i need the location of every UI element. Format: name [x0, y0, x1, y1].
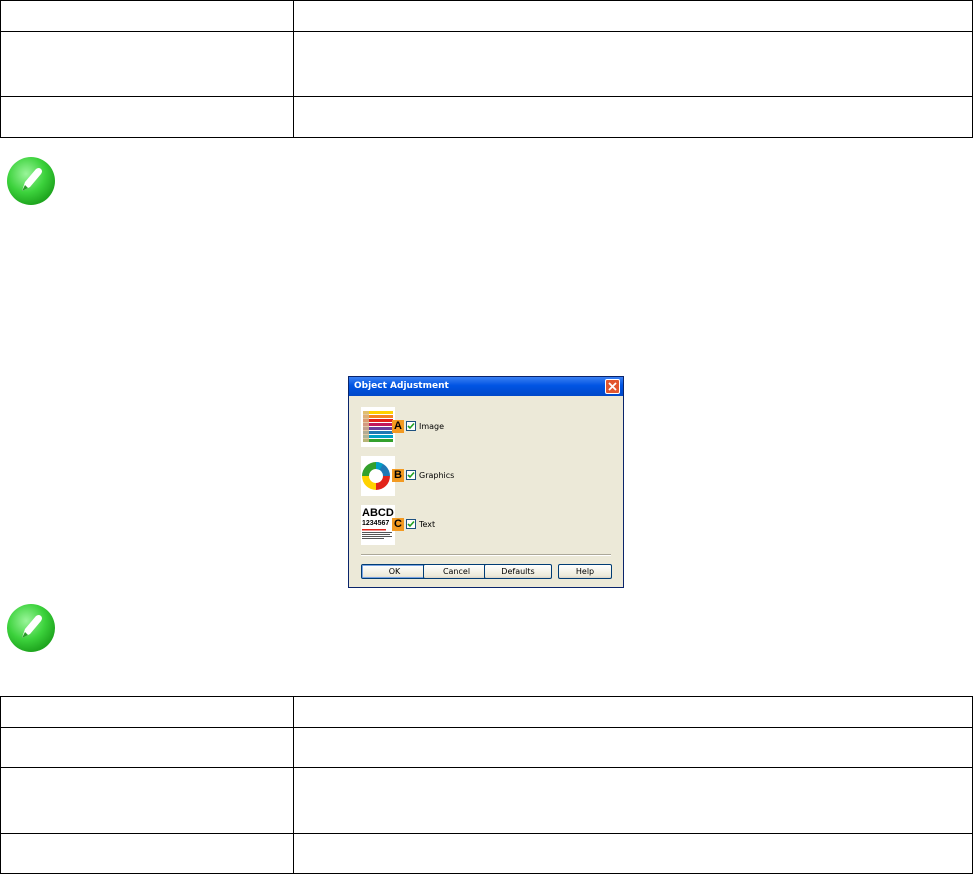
text-checkbox[interactable]: [406, 519, 416, 529]
checkbox-checked-icon: [407, 520, 415, 528]
table-cell: [0, 31, 294, 97]
image-checkbox[interactable]: [406, 421, 416, 431]
bottom-table: [0, 696, 973, 874]
table-row: [0, 833, 973, 874]
table-row: [0, 0, 973, 32]
defaults-button[interactable]: Defaults: [484, 564, 552, 579]
thumb-text-line-1: ABCD: [362, 507, 394, 519]
table-cell: [293, 0, 973, 32]
separator: [361, 554, 611, 556]
note-pencil-icon: [7, 157, 55, 205]
table-row: [0, 727, 973, 768]
graphics-label: Graphics: [419, 471, 455, 480]
dialog-title: Object Adjustment: [354, 381, 449, 391]
help-button[interactable]: Help: [558, 564, 612, 579]
image-thumbnail: [361, 407, 395, 447]
text-label: Text: [419, 520, 436, 529]
thumb-small-text-lines: [362, 529, 392, 539]
table-row: [0, 767, 973, 834]
close-button[interactable]: [605, 379, 620, 394]
table-cell: [293, 96, 973, 138]
table-cell: [0, 727, 294, 768]
note-pencil-icon: [7, 604, 55, 652]
checkbox-checked-icon: [407, 422, 415, 430]
table-row: [0, 96, 973, 138]
table-cell: [0, 767, 294, 834]
thumb-text-line-2: 1234567: [362, 520, 390, 527]
text-thumbnail: ABCD 1234567: [361, 505, 395, 545]
table-cell: [0, 833, 294, 874]
table-cell: [0, 696, 294, 728]
table-cell: [0, 0, 294, 32]
pencils-image: [363, 411, 393, 442]
graphics-checkbox[interactable]: [406, 470, 416, 480]
table-row: [0, 31, 973, 97]
object-adjustment-dialog: Object Adjustment A Image B Graphics ABC…: [348, 376, 624, 588]
table-cell: [293, 767, 973, 834]
dialog-titlebar[interactable]: Object Adjustment: [349, 377, 623, 396]
donut-chart-image: [362, 462, 390, 490]
letter-badge-c: C: [392, 518, 404, 531]
cancel-button[interactable]: Cancel: [423, 564, 490, 579]
letter-badge-b: B: [392, 469, 404, 482]
graphics-thumbnail: [361, 456, 395, 496]
image-label: Image: [419, 422, 445, 431]
table-cell: [293, 833, 973, 874]
table-cell: [293, 696, 973, 728]
table-row: [0, 696, 973, 728]
checkbox-checked-icon: [407, 471, 415, 479]
table-cell: [293, 727, 973, 768]
top-table: [0, 0, 973, 138]
table-cell: [0, 96, 294, 138]
close-icon: [608, 382, 617, 391]
letter-badge-a: A: [392, 420, 404, 433]
ok-button[interactable]: OK: [361, 564, 428, 579]
table-cell: [293, 31, 973, 97]
